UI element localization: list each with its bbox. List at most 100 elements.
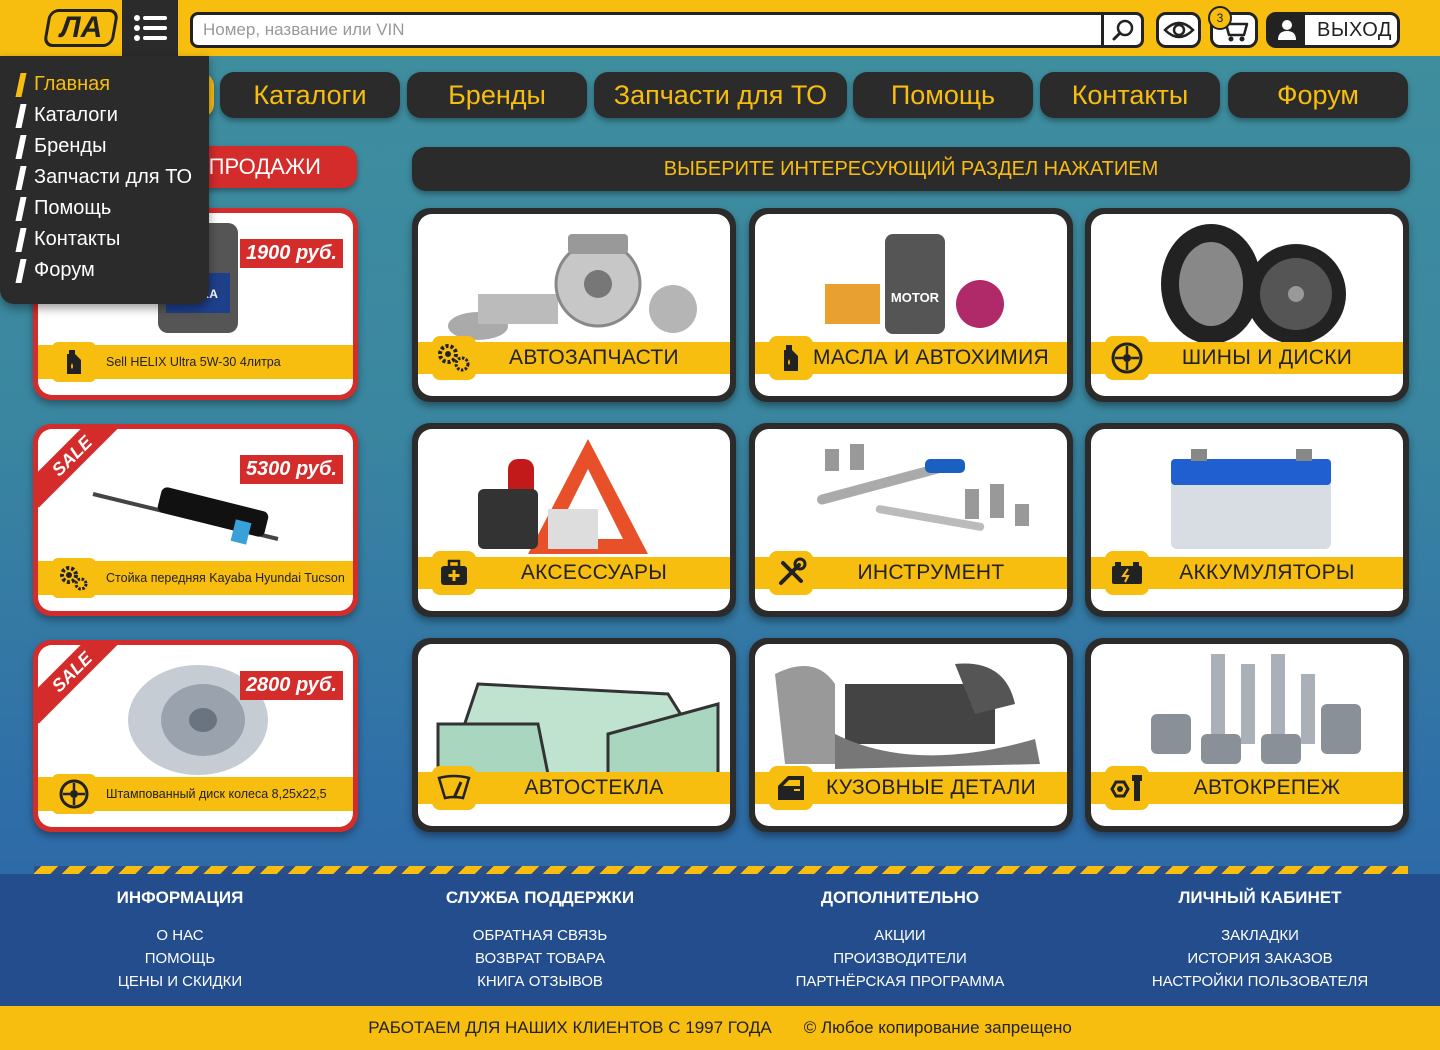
footer-column-account: ЛИЧНЫЙ КАБИНЕТ ЗАКЛАДКИ ИСТОРИЯ ЗАКАЗОВ … <box>1080 874 1440 993</box>
footer-link[interactable]: ЦЕНЫ И СКИДКИ <box>0 970 360 993</box>
category-card-content: ИНСТРУМЕНТ <box>755 429 1067 611</box>
user-icon <box>1269 15 1305 45</box>
eye-icon <box>1162 21 1195 39</box>
svg-text:MOTOR: MOTOR <box>891 290 940 305</box>
category-card-auto-glass[interactable]: АВТОСТЕКЛА <box>412 638 736 832</box>
sale-label: Sell HELIX Ultra 5W-30 4литра <box>38 342 353 382</box>
search-icon <box>1112 19 1133 41</box>
footer-link[interactable]: КНИГА ОТЗЫВОВ <box>360 970 720 993</box>
category-card-fasteners[interactable]: АВТОКРЕПЕЖ <box>1085 638 1409 832</box>
footer-column-title: ИНФОРМАЦИЯ <box>116 888 244 907</box>
logo-area: ЛА <box>0 0 122 56</box>
category-card-content: MOTOR МАСЛА И АВТОХИМИЯ <box>755 214 1067 396</box>
footer-link[interactable]: О НАС <box>0 924 360 947</box>
nav-contacts[interactable]: Контакты <box>1040 72 1220 118</box>
sale-item-name: Стойка передняя Kayaba Hyundai Tucson <box>106 571 345 585</box>
logout-label: ВЫХОД <box>1317 18 1392 41</box>
category-card-content: КУЗОВНЫЕ ДЕТАЛИ <box>755 644 1067 826</box>
fasteners-image <box>1151 654 1361 764</box>
auto-glass-image <box>436 682 720 774</box>
hamburger-icon <box>134 15 167 41</box>
logout-button[interactable]: ВЫХОД <box>1266 12 1400 48</box>
category-card-content: АКСЕССУАРЫ <box>418 429 730 611</box>
footer-column-support: СЛУЖБА ПОДДЕРЖКИ ОБРАТНАЯ СВЯЗЬ ВОЗВРАТ … <box>360 874 720 993</box>
category-card-batteries[interactable]: АККУМУЛЯТОРЫ <box>1085 423 1409 617</box>
category-card-tires-wheels[interactable]: ШИНЫ И ДИСКИ <box>1085 208 1409 402</box>
copyright-text: © Любое копирование запрещено <box>803 1018 1072 1037</box>
bottom-bar: РАБОТАЕМ ДЛЯ НАШИХ КЛИЕНТОВ С 1997 ГОДА … <box>0 1006 1440 1050</box>
sale-card-content: SALE 2800 руб. Штампованный диск колеса … <box>38 645 353 827</box>
menu-item-catalogs[interactable]: Каталоги <box>18 102 118 128</box>
site-logo[interactable]: ЛА <box>42 9 120 47</box>
bookmarks-button[interactable] <box>1156 12 1201 48</box>
footer-column-info: ИНФОРМАЦИЯ О НАС ПОМОЩЬ ЦЕНЫ И СКИДКИ <box>0 874 360 993</box>
nav-catalogs[interactable]: Каталоги <box>220 72 400 118</box>
wheel-icon <box>52 774 96 814</box>
menu-item-forum[interactable]: Форум <box>18 257 95 283</box>
category-card-content: АВТОСТЕКЛА <box>418 644 730 826</box>
footer-column-title: ЛИЧНЫЙ КАБИНЕТ <box>1178 888 1342 907</box>
cart-count-badge: 3 <box>1208 6 1232 30</box>
footer-column-title: ДОПОЛНИТЕЛЬНО <box>820 888 980 907</box>
since-text: РАБОТАЕМ ДЛЯ НАШИХ КЛИЕНТОВ С 1997 ГОДА <box>368 1018 772 1037</box>
menu-item-contacts[interactable]: Контакты <box>18 226 120 252</box>
footer-link[interactable]: АКЦИИ <box>720 924 1080 947</box>
footer-link[interactable]: ВОЗВРАТ ТОВАРА <box>360 947 720 970</box>
footer: ИНФОРМАЦИЯ О НАС ПОМОЩЬ ЦЕНЫ И СКИДКИ СЛ… <box>0 874 1440 1006</box>
oils-image: MOTOR <box>825 234 1004 334</box>
search-input[interactable] <box>203 18 1093 42</box>
tires-image <box>1161 224 1346 344</box>
category-card-accessories[interactable]: АКСЕССУАРЫ <box>412 423 736 617</box>
category-card-tools[interactable]: ИНСТРУМЕНТ <box>749 423 1073 617</box>
hamburger-menu-button[interactable] <box>122 0 178 56</box>
sale-price: 1900 руб. <box>239 239 343 268</box>
menu-item-brands[interactable]: Бренды <box>18 133 106 159</box>
logo-text: ЛА <box>59 11 103 44</box>
nav-brands[interactable]: Бренды <box>407 72 587 118</box>
footer-hazard-stripe <box>34 866 1408 874</box>
category-card-body-parts[interactable]: КУЗОВНЫЕ ДЕТАЛИ <box>749 638 1073 832</box>
category-card-oils-chemicals[interactable]: MOTOR МАСЛА И АВТОХИМИЯ <box>749 208 1073 402</box>
sale-price: 5300 руб. <box>239 455 343 484</box>
auto-parts-image <box>448 234 697 340</box>
sale-label: Штампованный диск колеса 8,25x22,5 <box>38 774 353 814</box>
sale-item-name: Sell HELIX Ultra 5W-30 4литра <box>106 355 281 369</box>
sale-card-content: SALE 5300 руб. Стойка передняя Kayaba Hy… <box>38 429 353 611</box>
footer-link[interactable]: ПРОИЗВОДИТЕЛИ <box>720 947 1080 970</box>
sale-card[interactable]: SALE 2800 руб. Штампованный диск колеса … <box>33 640 358 832</box>
footer-link[interactable]: НАСТРОЙКИ ПОЛЬЗОВАТЕЛЯ <box>1080 970 1440 993</box>
search-box <box>190 12 1144 48</box>
menu-item-maintenance-parts[interactable]: Запчасти для ТО <box>18 164 192 190</box>
gears-icon <box>52 558 96 598</box>
main-menu-dropdown: Главная Каталоги Бренды Запчасти для ТО … <box>0 56 209 304</box>
sale-card[interactable]: SALE 5300 руб. Стойка передняя Kayaba Hy… <box>33 424 358 616</box>
accessories-image <box>478 439 648 554</box>
footer-link[interactable]: ПОМОЩЬ <box>0 947 360 970</box>
sale-item-name: Штампованный диск колеса 8,25x22,5 <box>106 787 327 801</box>
category-card-auto-parts[interactable]: АВТОЗАПЧАСТИ <box>412 208 736 402</box>
oil-can-icon <box>769 336 813 380</box>
bolt-nut-icon <box>1105 766 1149 810</box>
section-prompt-header: ВЫБЕРИТЕ ИНТЕРЕСУЮЩИЙ РАЗДЕЛ НАЖАТИЕМ <box>412 147 1410 191</box>
footer-link[interactable]: ИСТОРИЯ ЗАКАЗОВ <box>1080 947 1440 970</box>
windshield-wiper-icon <box>432 766 476 810</box>
nav-forum[interactable]: Форум <box>1228 72 1408 118</box>
gears-icon <box>432 336 476 380</box>
footer-link[interactable]: ПАРТНЁРСКАЯ ПРОГРАММА <box>720 970 1080 993</box>
wheel-icon <box>1105 336 1149 380</box>
nav-maintenance-parts[interactable]: Запчасти для ТО <box>594 72 847 118</box>
oil-can-icon <box>52 342 96 382</box>
battery-image <box>1171 449 1331 549</box>
footer-column-extra: ДОПОЛНИТЕЛЬНО АКЦИИ ПРОИЗВОДИТЕЛИ ПАРТНЁ… <box>720 874 1080 993</box>
body-parts-image <box>775 663 1040 769</box>
menu-item-home[interactable]: Главная <box>18 71 110 97</box>
category-card-content: ШИНЫ И ДИСКИ <box>1091 214 1403 396</box>
wrench-screwdriver-icon <box>769 551 813 595</box>
menu-item-help[interactable]: Помощь <box>18 195 111 221</box>
footer-link[interactable]: ЗАКЛАДКИ <box>1080 924 1440 947</box>
footer-link[interactable]: ОБРАТНАЯ СВЯЗЬ <box>360 924 720 947</box>
search-button[interactable] <box>1101 15 1141 45</box>
nav-help[interactable]: Помощь <box>853 72 1033 118</box>
sale-price: 2800 руб. <box>239 671 343 700</box>
car-door-icon <box>769 766 813 810</box>
